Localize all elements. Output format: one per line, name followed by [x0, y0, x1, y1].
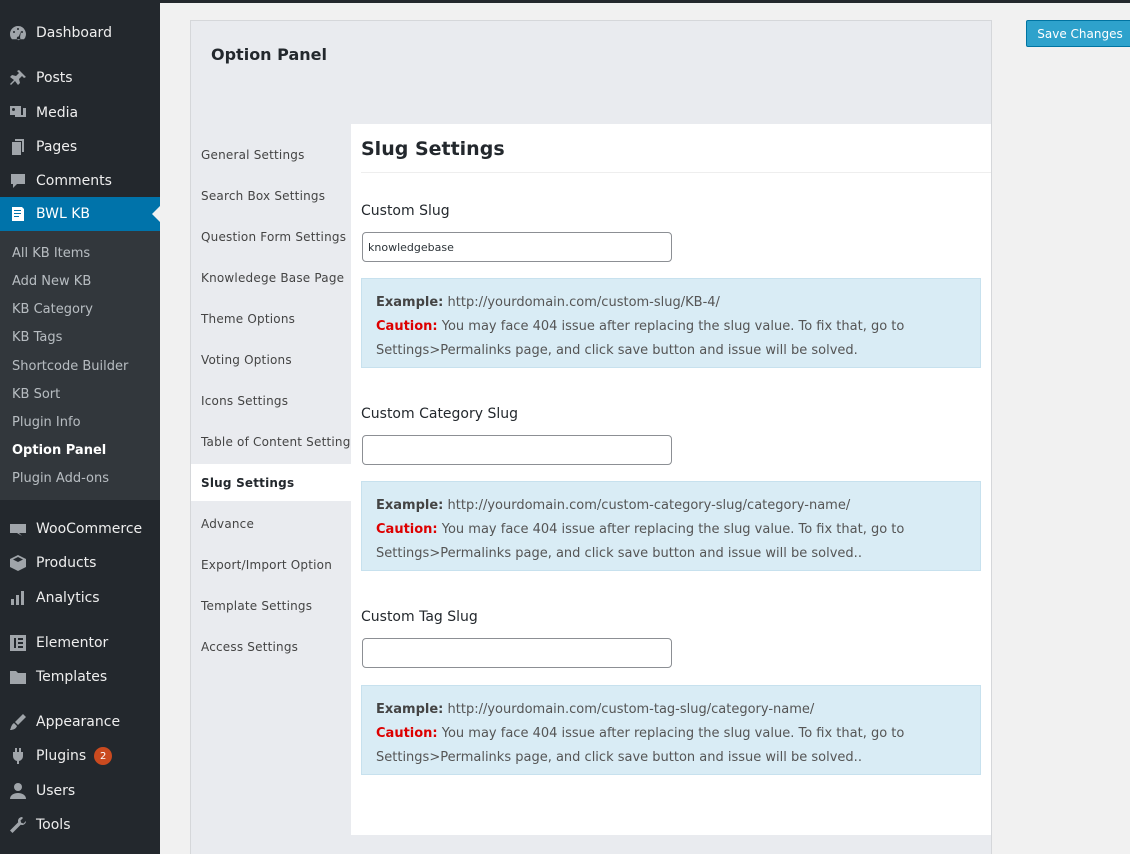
- tab-search-box-settings[interactable]: Search Box Settings: [191, 177, 351, 214]
- pages-icon: [0, 137, 36, 157]
- current-menu-arrow: [152, 206, 160, 222]
- menu-item-media[interactable]: Media: [0, 96, 160, 130]
- tab-theme-options[interactable]: Theme Options: [191, 300, 351, 337]
- custom-tag-slug-input[interactable]: [362, 638, 672, 668]
- tab-slug-settings[interactable]: Slug Settings: [191, 464, 351, 501]
- submenu-item-kb-sort[interactable]: KB Sort: [12, 387, 60, 402]
- custom-category-slug-label: Custom Category Slug: [361, 406, 519, 422]
- example-url: http://yourdomain.com/custom-category-sl…: [447, 498, 851, 513]
- bar-chart-icon: [0, 588, 36, 608]
- menu-item-comments[interactable]: Comments: [0, 164, 160, 198]
- caution-label: Caution:: [376, 522, 438, 537]
- menu-item-posts[interactable]: Posts: [0, 61, 160, 95]
- menu-item-label: Dashboard: [36, 25, 112, 41]
- folder-icon: [0, 667, 36, 687]
- dashboard-icon: [0, 23, 36, 43]
- submenu-item-plugin-add-ons[interactable]: Plugin Add-ons: [12, 471, 109, 486]
- menu-item-pages[interactable]: Pages: [0, 130, 160, 164]
- custom-slug-note: Example: http://yourdomain.com/custom-sl…: [361, 278, 981, 368]
- menu-item-label: Elementor: [36, 635, 109, 651]
- tab-general-settings[interactable]: General Settings: [191, 136, 351, 173]
- caution-text: You may face 404 issue after replacing t…: [376, 726, 905, 765]
- example-label: Example:: [376, 498, 444, 513]
- caution-label: Caution:: [376, 726, 438, 741]
- box-icon: [0, 553, 36, 573]
- custom-category-slug-input[interactable]: [362, 435, 672, 465]
- menu-item-appearance[interactable]: Appearance: [0, 705, 160, 739]
- submenu-item-add-new-kb[interactable]: Add New KB: [12, 274, 91, 289]
- comments-icon: [0, 171, 36, 191]
- menu-item-label: Plugins: [36, 748, 87, 764]
- menu-item-label: Appearance: [36, 714, 121, 730]
- media-icon: [0, 103, 36, 123]
- custom-slug-label: Custom Slug: [361, 203, 450, 219]
- section-title: Slug Settings: [361, 138, 505, 160]
- menu-item-label: Comments: [36, 173, 112, 189]
- menu-item-label: Tools: [36, 817, 71, 833]
- menu-item-woocommerce[interactable]: WooCommerce: [0, 512, 160, 546]
- example-url: http://yourdomain.com/custom-slug/KB-4/: [447, 295, 720, 310]
- custom-tag-slug-label: Custom Tag Slug: [361, 609, 478, 625]
- custom-slug-input[interactable]: [362, 232, 672, 262]
- admin-sidebar: Dashboard Posts Media Pages Comments BWL…: [0, 0, 160, 854]
- caution-label: Caution:: [376, 319, 438, 334]
- save-changes-button[interactable]: Save Changes: [1026, 20, 1130, 47]
- menu-item-label: Analytics: [36, 590, 100, 606]
- plug-icon: [0, 746, 36, 766]
- menu-item-products[interactable]: Products: [0, 546, 160, 580]
- submenu-item-kb-tags[interactable]: KB Tags: [12, 330, 62, 345]
- submenu-item-plugin-info[interactable]: Plugin Info: [12, 415, 81, 430]
- menu-item-elementor[interactable]: Elementor: [0, 626, 160, 660]
- menu-item-analytics[interactable]: Analytics: [0, 581, 160, 615]
- caution-text: You may face 404 issue after replacing t…: [376, 319, 905, 358]
- elementor-icon: [0, 633, 36, 653]
- custom-category-slug-note: Example: http://yourdomain.com/custom-ca…: [361, 481, 981, 571]
- menu-item-label: Users: [36, 783, 76, 799]
- submenu-item-option-panel[interactable]: Option Panel: [12, 443, 106, 458]
- menu-item-dashboard[interactable]: Dashboard: [0, 16, 160, 50]
- tab-advance[interactable]: Advance: [191, 505, 351, 542]
- page-title: Option Panel: [211, 45, 327, 64]
- menu-item-plugins[interactable]: Plugins 2: [0, 739, 160, 773]
- submenu-item-shortcode-builder[interactable]: Shortcode Builder: [12, 359, 128, 374]
- book-icon: [0, 204, 36, 224]
- menu-item-templates[interactable]: Templates: [0, 660, 160, 694]
- tab-knowledge-base-page[interactable]: Knowledege Base Page: [191, 259, 351, 296]
- user-icon: [0, 781, 36, 801]
- update-count-badge: 2: [94, 747, 113, 765]
- tab-voting-options[interactable]: Voting Options: [191, 341, 351, 378]
- menu-item-users[interactable]: Users: [0, 774, 160, 808]
- option-panel: Option Panel General Settings Search Box…: [190, 20, 992, 854]
- submenu-item-kb-category[interactable]: KB Category: [12, 302, 93, 317]
- example-label: Example:: [376, 702, 444, 717]
- example-url: http://yourdomain.com/custom-tag-slug/ca…: [447, 702, 815, 717]
- tab-table-of-content-settings[interactable]: Table of Content Settings: [191, 423, 357, 460]
- wrench-icon: [0, 815, 36, 835]
- top-strip: [0, 0, 1130, 3]
- tab-question-form-settings[interactable]: Question Form Settings: [191, 218, 351, 255]
- tab-template-settings[interactable]: Template Settings: [191, 587, 351, 624]
- pin-icon: [0, 68, 36, 88]
- custom-tag-slug-note: Example: http://yourdomain.com/custom-ta…: [361, 685, 981, 775]
- menu-item-bwl-kb[interactable]: BWL KB: [0, 197, 160, 231]
- example-label: Example:: [376, 295, 444, 310]
- menu-item-tools[interactable]: Tools: [0, 808, 160, 842]
- bwl-kb-submenu: All KB Items Add New KB KB Category KB T…: [0, 231, 160, 500]
- slug-settings-content: Slug Settings Custom Slug Example: http:…: [351, 124, 991, 835]
- tab-export-import-option[interactable]: Export/Import Option: [191, 546, 351, 583]
- caution-text: You may face 404 issue after replacing t…: [376, 522, 905, 561]
- menu-item-label: WooCommerce: [36, 521, 143, 537]
- menu-item-label: BWL KB: [36, 206, 90, 222]
- tab-icons-settings[interactable]: Icons Settings: [191, 382, 351, 419]
- menu-item-label: Templates: [36, 669, 108, 685]
- submenu-item-all-kb-items[interactable]: All KB Items: [12, 246, 90, 261]
- woocommerce-icon: [0, 519, 36, 539]
- menu-item-label: Pages: [36, 139, 78, 155]
- menu-item-label: Products: [36, 555, 97, 571]
- brush-icon: [0, 712, 36, 732]
- menu-item-label: Posts: [36, 70, 73, 86]
- tab-access-settings[interactable]: Access Settings: [191, 628, 351, 665]
- menu-item-label: Media: [36, 105, 79, 121]
- divider: [361, 172, 991, 173]
